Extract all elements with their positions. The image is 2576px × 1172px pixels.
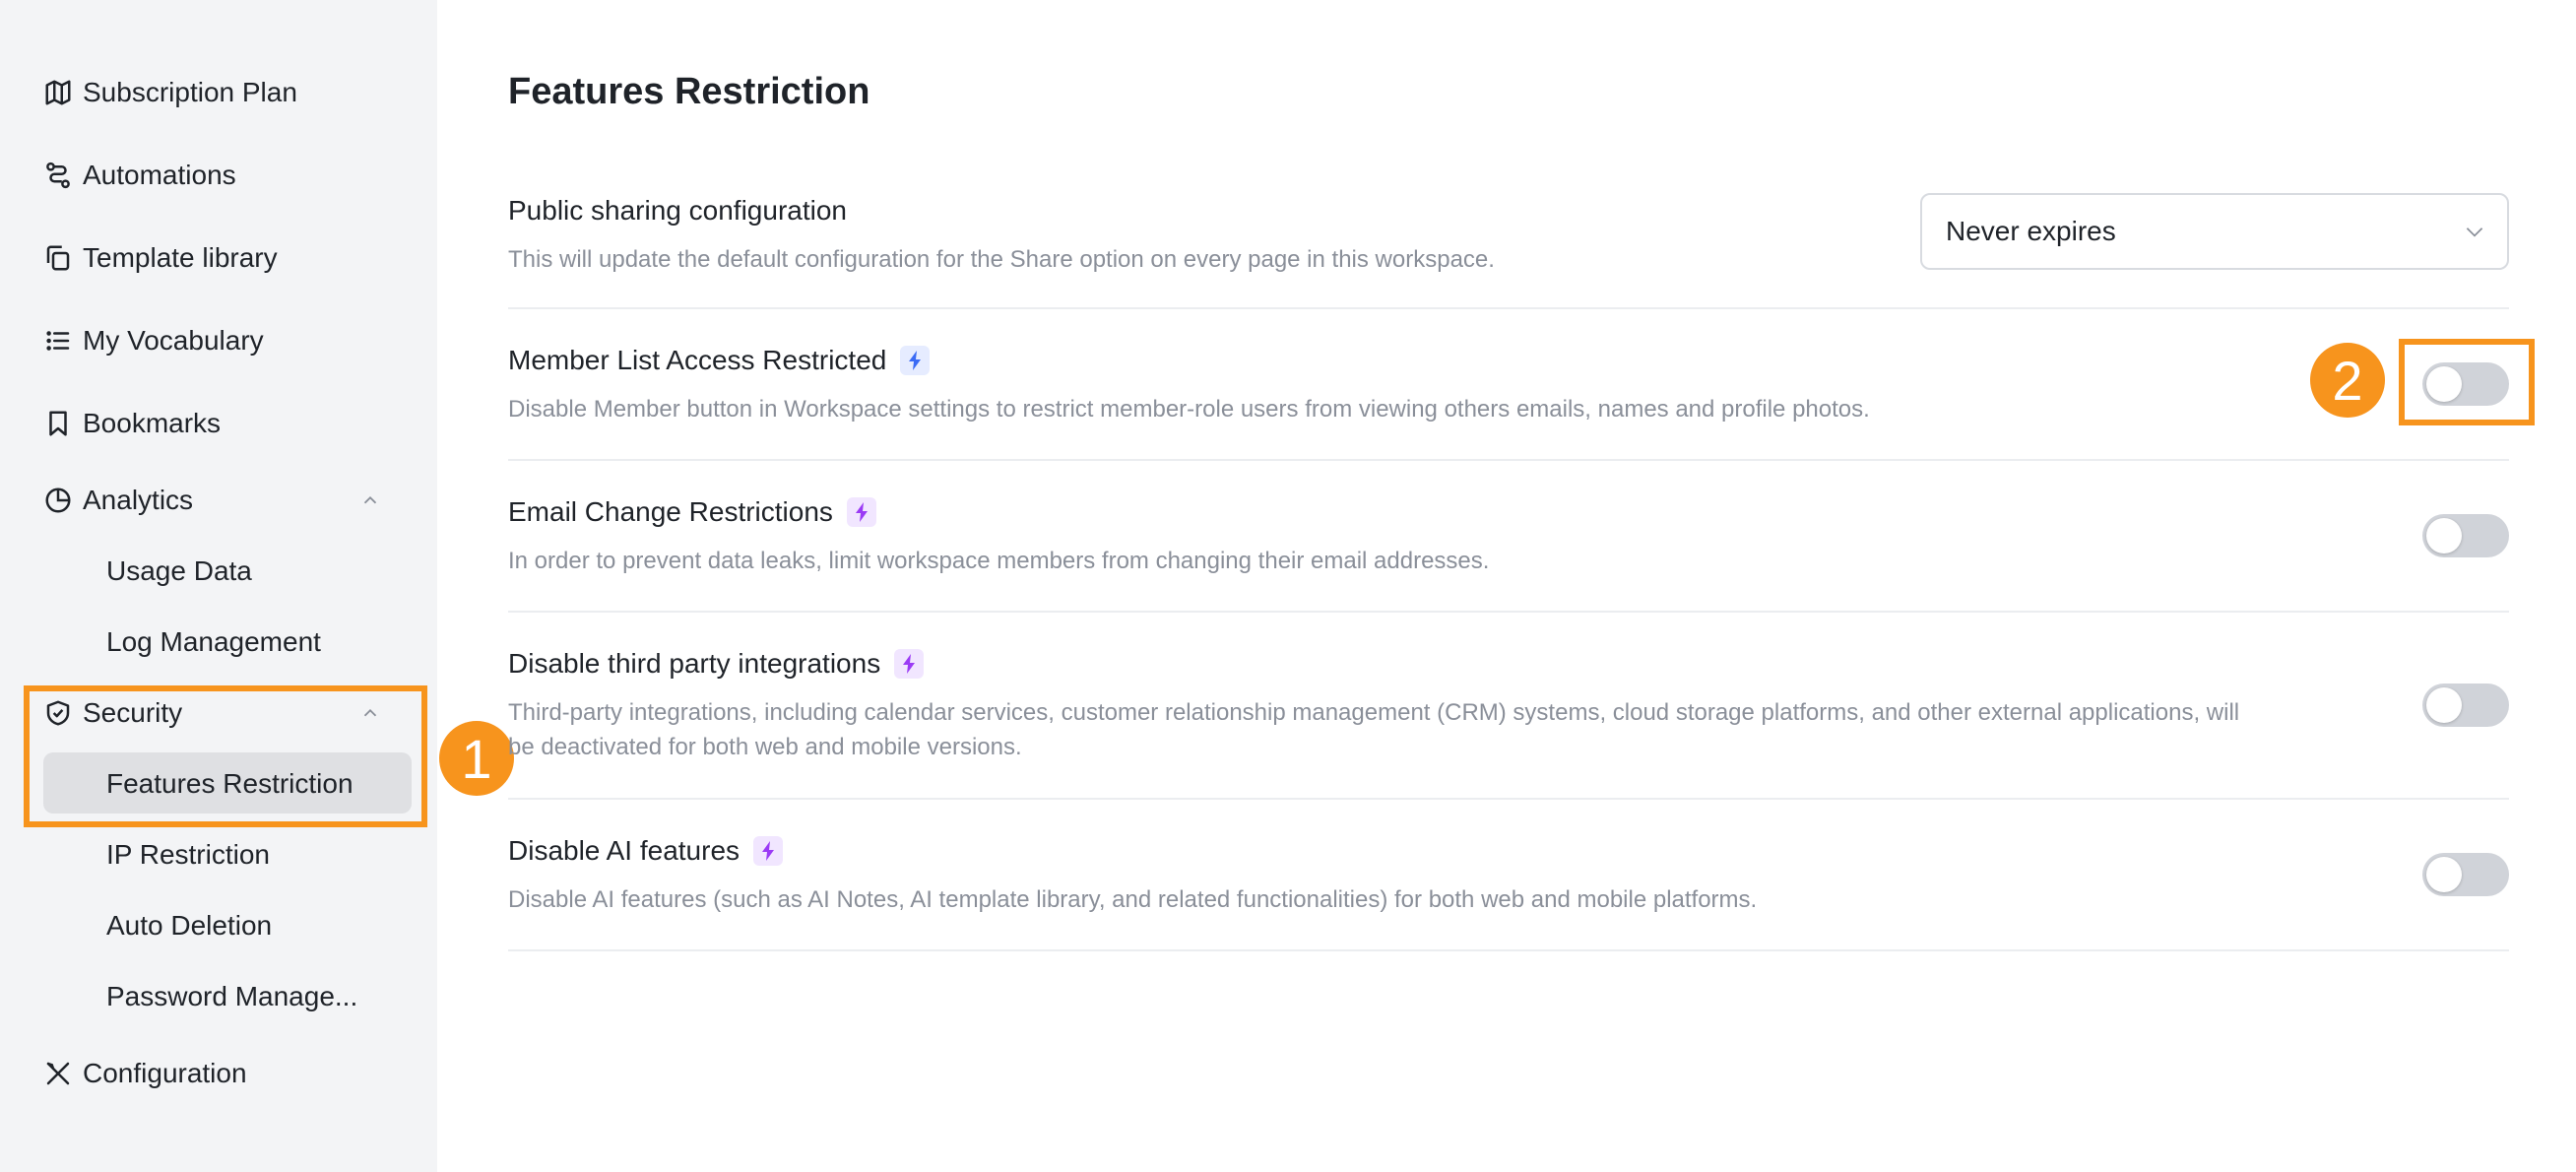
chevron-down-icon <box>2462 219 2487 244</box>
lightning-icon <box>900 346 931 375</box>
sidebar-subitem-usage-data[interactable]: Usage Data <box>106 552 252 591</box>
bookmark-icon <box>43 409 73 438</box>
sidebar-item-template-library[interactable]: Template library <box>43 238 278 278</box>
sidebar-item-label: Analytics <box>83 485 194 515</box>
sidebar-subitem-ip-restriction[interactable]: IP Restriction <box>106 835 270 875</box>
sidebar-subitem-auto-deletion[interactable]: Auto Deletion <box>106 906 272 945</box>
sidebar-item-label: Subscription Plan <box>83 77 297 107</box>
setting-description: Disable Member button in Workspace setti… <box>508 396 1870 423</box>
tools-icon <box>43 1059 73 1088</box>
sidebar-subitem-log-management[interactable]: Log Management <box>106 622 321 662</box>
sidebar-item-label: Automations <box>83 160 236 190</box>
sidebar-item-subscription-plan[interactable]: Subscription Plan <box>43 73 297 112</box>
setting-description: In order to prevent data leaks, limit wo… <box>508 548 1490 574</box>
sidebar-item-bookmarks[interactable]: Bookmarks <box>43 404 221 443</box>
sidebar-item-analytics[interactable]: Analytics <box>43 481 382 520</box>
setting-row-third-party: Disable third party integrations Third-p… <box>508 613 2509 800</box>
email-change-toggle[interactable] <box>2422 514 2509 557</box>
template-icon <box>43 243 73 273</box>
ai-features-toggle[interactable] <box>2422 853 2509 896</box>
sidebar-item-label: Configuration <box>83 1058 247 1088</box>
toggle-knob <box>2426 857 2462 892</box>
sidebar-item-configuration[interactable]: Configuration <box>43 1054 247 1093</box>
list-icon <box>43 326 73 356</box>
lightning-icon <box>753 836 784 866</box>
sidebar-item-label: Template library <box>83 242 278 273</box>
sidebar-item-label: Bookmarks <box>83 408 222 438</box>
annotation-badge-1: 1 <box>439 721 514 796</box>
setting-title: Email Change Restrictions <box>508 496 876 528</box>
sidebar-item-label: My Vocabulary <box>83 325 264 356</box>
sidebar-item-automations[interactable]: Automations <box>43 156 236 195</box>
setting-description: This will update the default configurati… <box>508 246 1495 273</box>
setting-title: Disable third party integrations <box>508 648 925 680</box>
setting-row-member-list: Member List Access Restricted Disable Me… <box>508 309 2509 461</box>
annotation-box-2 <box>2399 339 2535 425</box>
select-value: Never expires <box>1946 216 2116 246</box>
setting-description-line1: Third-party integrations, including cale… <box>508 699 2240 726</box>
sharing-expiry-select[interactable]: Never expires <box>1920 193 2509 270</box>
annotation-badge-2: 2 <box>2310 343 2385 418</box>
sidebar: Subscription Plan Automations Template l… <box>0 0 437 1172</box>
page-title: Features Restriction <box>508 71 870 112</box>
setting-title: Public sharing configuration <box>508 195 847 226</box>
setting-title: Disable AI features <box>508 835 784 867</box>
sidebar-subitem-password-manage[interactable]: Password Manage... <box>106 977 357 1016</box>
setting-description-line2: be deactivated for both web and mobile v… <box>508 734 1022 760</box>
pie-chart-icon <box>43 486 73 515</box>
third-party-toggle[interactable] <box>2422 684 2509 727</box>
setting-row-email-change: Email Change Restrictions In order to pr… <box>508 461 2509 613</box>
sidebar-item-my-vocabulary[interactable]: My Vocabulary <box>43 321 264 360</box>
chevron-up-icon[interactable] <box>358 488 382 512</box>
toggle-knob <box>2426 687 2462 723</box>
lightning-icon <box>894 649 925 679</box>
setting-description: Disable AI features (such as AI Notes, A… <box>508 886 1758 913</box>
lightning-icon <box>846 497 876 527</box>
annotation-box-1 <box>24 685 427 827</box>
toggle-knob <box>2426 518 2462 553</box>
map-icon <box>43 78 73 107</box>
setting-title: Member List Access Restricted <box>508 345 931 376</box>
setting-row-ai-features: Disable AI features Disable AI features … <box>508 800 2509 951</box>
automation-icon <box>43 161 73 190</box>
